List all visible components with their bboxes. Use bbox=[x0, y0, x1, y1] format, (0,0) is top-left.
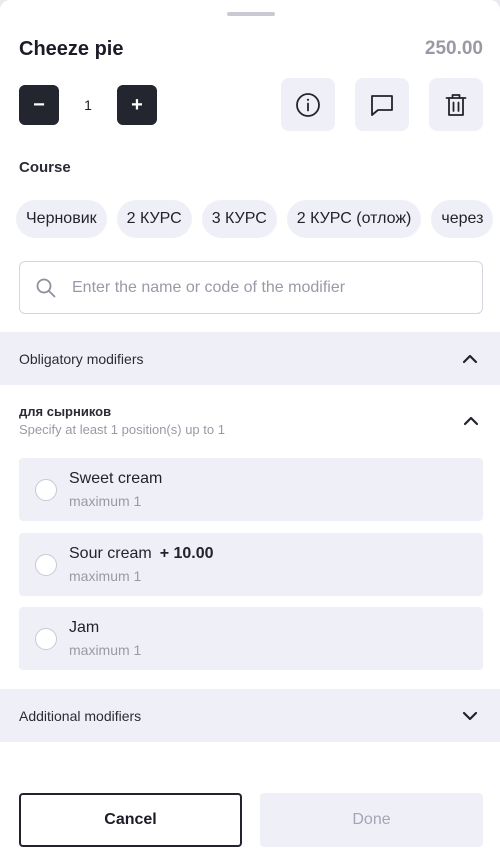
increase-button[interactable]: + bbox=[117, 85, 157, 125]
option-price: + 10.00 bbox=[159, 545, 214, 562]
option-limit: maximum 1 bbox=[69, 642, 142, 658]
decrease-button[interactable]: − bbox=[19, 85, 59, 125]
section-title: Additional modifiers bbox=[19, 707, 142, 724]
chevron-down-icon bbox=[462, 711, 478, 720]
course-chip[interactable]: 2 КУРС bbox=[116, 200, 192, 238]
modifier-option[interactable]: Sour cream + 10.00 maximum 1 bbox=[19, 533, 483, 596]
modifier-group-header[interactable]: для сырников Specify at least 1 position… bbox=[19, 404, 479, 437]
option-label: Sweet cream bbox=[69, 470, 163, 487]
obligatory-modifiers-header[interactable]: Obligatory modifiers bbox=[0, 332, 500, 385]
group-constraint: Specify at least 1 position(s) up to 1 bbox=[19, 422, 225, 437]
delete-button[interactable] bbox=[429, 78, 483, 131]
comment-button[interactable] bbox=[355, 78, 409, 131]
additional-modifiers-header[interactable]: Additional modifiers bbox=[0, 689, 500, 742]
drag-handle[interactable] bbox=[227, 12, 275, 16]
search-icon bbox=[20, 277, 72, 299]
quantity-stepper: − 1 + bbox=[19, 85, 157, 125]
course-chip[interactable]: 3 КУРС bbox=[201, 200, 277, 238]
option-text: Jam maximum 1 bbox=[69, 619, 141, 658]
option-label: Sour cream bbox=[69, 545, 152, 562]
option-limit: maximum 1 bbox=[69, 568, 142, 584]
item-title: Cheeze pie bbox=[19, 37, 124, 60]
section-title: Obligatory modifiers bbox=[19, 350, 144, 367]
course-chip[interactable]: через bbox=[431, 200, 494, 238]
option-name: Sour cream + 10.00 bbox=[69, 545, 214, 563]
chevron-up-icon bbox=[462, 354, 478, 363]
course-chip[interactable]: Черновик bbox=[16, 200, 107, 238]
trash-icon bbox=[445, 93, 467, 116]
group-title: для сырников bbox=[19, 404, 112, 419]
course-label: Course bbox=[19, 159, 71, 176]
option-name: Sweet cream bbox=[69, 470, 162, 488]
option-name: Jam bbox=[69, 619, 141, 637]
quantity-value: 1 bbox=[84, 97, 92, 113]
item-header: Cheeze pie 250.00 bbox=[19, 36, 483, 62]
radio-button[interactable] bbox=[35, 553, 57, 576]
item-price: 250.00 bbox=[424, 38, 483, 59]
info-button[interactable] bbox=[281, 78, 335, 131]
radio-button[interactable] bbox=[35, 478, 57, 501]
radio-button[interactable] bbox=[35, 627, 57, 650]
done-button[interactable]: Done bbox=[260, 793, 483, 847]
group-text: для сырников Specify at least 1 position… bbox=[19, 404, 225, 437]
item-actions bbox=[281, 78, 483, 131]
chevron-up-icon bbox=[463, 416, 479, 425]
modifier-search bbox=[19, 261, 483, 314]
info-icon bbox=[296, 92, 320, 117]
option-text: Sour cream + 10.00 maximum 1 bbox=[69, 545, 214, 584]
option-label: Jam bbox=[69, 619, 100, 636]
cancel-button[interactable]: Cancel bbox=[19, 793, 242, 847]
modifier-sheet: Cheeze pie 250.00 − 1 + Course Черновик … bbox=[0, 0, 500, 863]
modifier-option[interactable]: Sweet cream maximum 1 bbox=[19, 458, 483, 521]
option-text: Sweet cream maximum 1 bbox=[69, 470, 162, 509]
search-input[interactable] bbox=[72, 278, 472, 297]
modifier-option[interactable]: Jam maximum 1 bbox=[19, 607, 483, 670]
comment-icon bbox=[371, 94, 393, 116]
option-limit: maximum 1 bbox=[69, 493, 142, 509]
course-chip[interactable]: 2 КУРС (отлож) bbox=[286, 200, 422, 238]
course-chips: Черновик 2 КУРС 3 КУРС 2 КУРС (отлож) че… bbox=[16, 200, 494, 238]
